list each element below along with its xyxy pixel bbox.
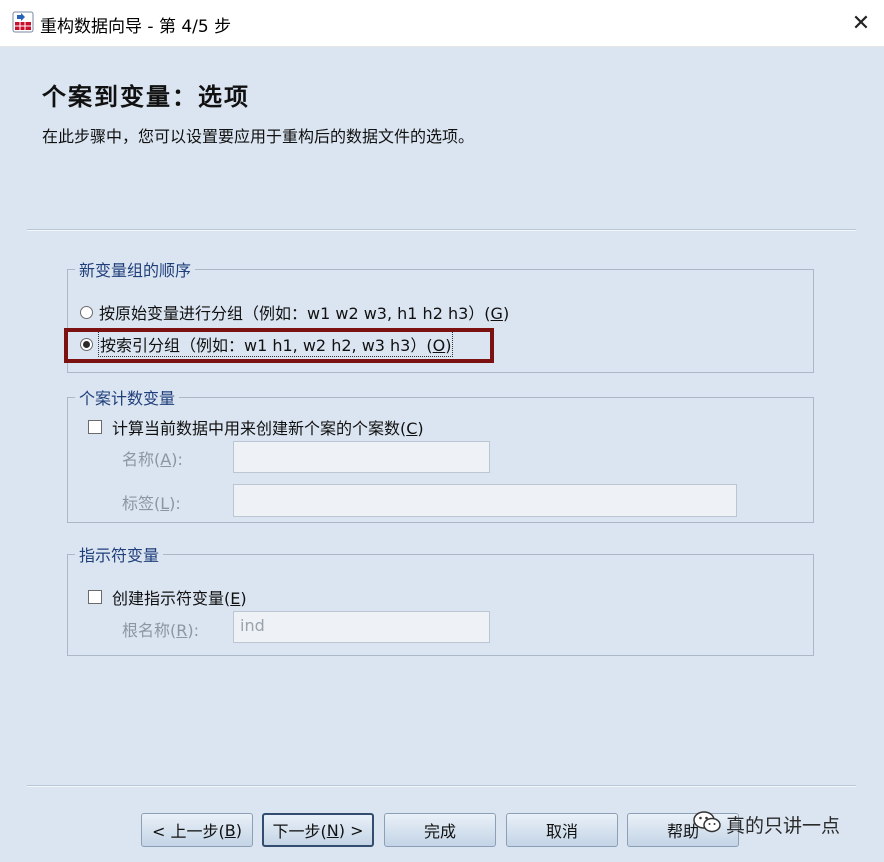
radio-label: 按原始变量进行分组（例如：w1 w2 w3, h1 h2 h3）(G): [99, 304, 510, 323]
window-title: 重构数据向导 - 第 4/5 步: [40, 17, 232, 37]
tag-label: 标签(L):: [122, 494, 181, 513]
create-indicator-checkbox[interactable]: [88, 590, 102, 604]
watermark-text: 真的只讲一点: [726, 815, 841, 837]
close-button[interactable]: ✕: [838, 0, 884, 46]
top-separator: [27, 229, 856, 231]
case-count-group-title: 个案计数变量: [79, 389, 176, 408]
name-field[interactable]: [233, 441, 490, 473]
cancel-button[interactable]: 取消: [506, 813, 618, 847]
bottom-separator: [27, 785, 856, 787]
title-bar: 重构数据向导 - 第 4/5 步 ✕: [0, 0, 884, 47]
create-indicator-checkbox-row[interactable]: 创建指示符变量(E): [88, 585, 247, 609]
name-label: 名称(A):: [122, 450, 183, 469]
wizard-content: 个案到变量：选项 在此步骤中，您可以设置要应用于重构后的数据文件的选项。 新变量…: [0, 47, 884, 862]
count-cases-checkbox[interactable]: [88, 420, 102, 434]
finish-button[interactable]: 完成: [384, 813, 496, 847]
order-group-title: 新变量组的顺序: [79, 261, 192, 280]
root-name-field[interactable]: ind: [233, 611, 490, 643]
radio-button[interactable]: [80, 305, 93, 319]
help-button[interactable]: 帮助: [627, 813, 739, 847]
next-button[interactable]: 下一步(N) >: [262, 813, 374, 847]
wechat-icon: [692, 809, 722, 835]
root-name-label: 根名称(R):: [122, 621, 200, 640]
page-heading: 个案到变量：选项: [42, 82, 250, 111]
count-cases-checkbox-row[interactable]: 计算当前数据中用来创建新个案的个案数(C): [88, 415, 424, 439]
page-description: 在此步骤中，您可以设置要应用于重构后的数据文件的选项。: [42, 127, 475, 146]
back-button[interactable]: < 上一步(B): [141, 813, 253, 847]
spss-wizard-icon: [12, 11, 34, 33]
radio-group-by-variable[interactable]: 按原始变量进行分组（例如：w1 w2 w3, h1 h2 h3）(G): [80, 300, 509, 324]
tag-field[interactable]: [233, 484, 737, 517]
checkbox-label: 计算当前数据中用来创建新个案的个案数(C): [112, 419, 424, 438]
indicator-group-title: 指示符变量: [79, 546, 160, 565]
close-icon: ✕: [851, 10, 871, 36]
checkbox-label: 创建指示符变量(E): [112, 589, 247, 608]
highlight-box: [64, 328, 494, 363]
